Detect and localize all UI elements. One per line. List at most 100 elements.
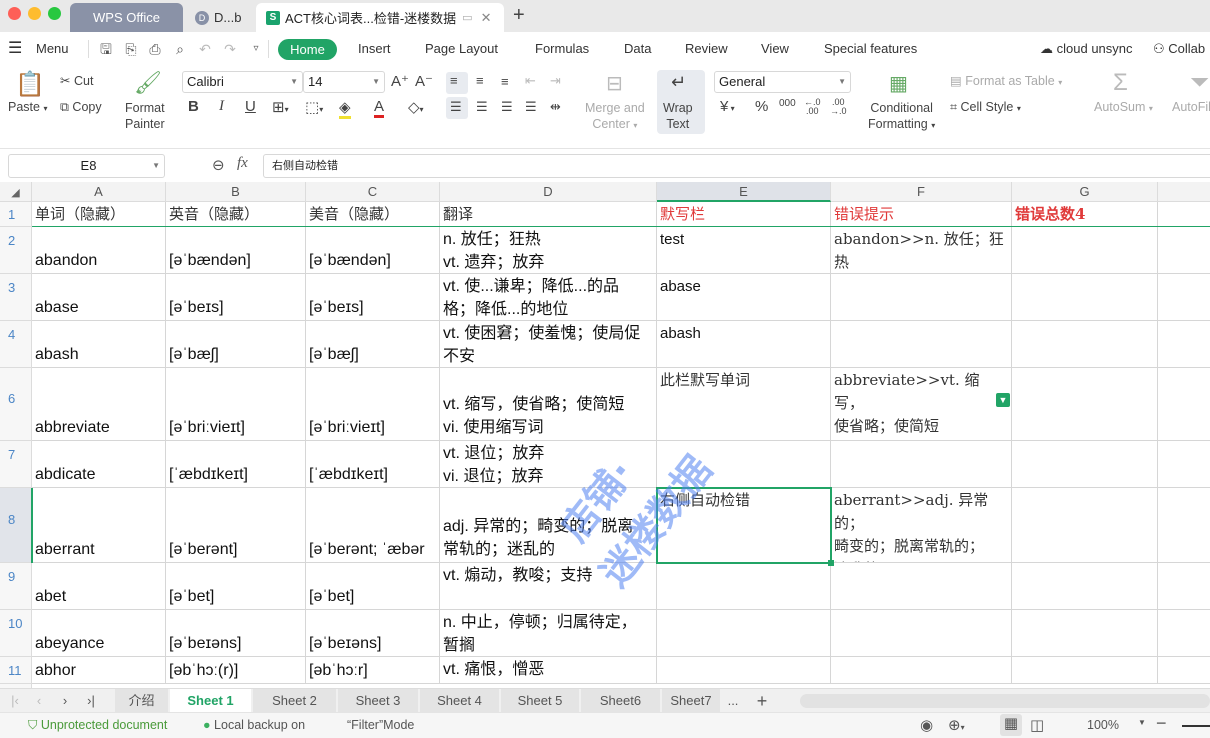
row-header-1[interactable]: 1 [0,202,32,227]
prev-sheet-icon[interactable]: ‹ [32,689,46,713]
dictation-cell[interactable] [657,610,831,657]
column-header-h[interactable] [1158,182,1210,202]
uk-phonetic-cell[interactable]: [əˈbændən] [166,227,306,274]
format-painter-icon[interactable]: 🖌 [134,70,162,96]
font-name-select[interactable]: Calibri ▼ [182,71,303,93]
percent-icon[interactable]: % [755,98,768,115]
row-header-2[interactable]: 2 [0,227,32,274]
cut-button[interactable]: ✂ Cut [60,73,93,88]
menu-button[interactable]: Menu [36,41,69,56]
dictation-cell[interactable] [657,657,831,684]
uk-phonetic-cell[interactable]: [əˈbet] [166,563,306,610]
cell-h[interactable] [1158,368,1210,441]
column-header-f[interactable]: F [831,182,1012,202]
align-bottom-icon[interactable]: ≡ [501,74,509,89]
dictation-cell[interactable] [657,441,831,488]
maximize-window-button[interactable] [48,7,61,20]
underline-icon[interactable]: U [245,98,256,115]
error-hint-cell[interactable] [831,441,1012,488]
zoom-formula-icon[interactable]: ⊖ [212,156,225,174]
word-cell[interactable]: abdicate [32,441,166,488]
select-all-corner[interactable]: ◢ [0,182,32,202]
format-as-table-button[interactable]: ▤ Format as Table ▾ [950,73,1062,88]
wrap-text-button[interactable]: ↵ Wrap Text [657,70,705,134]
clear-format-icon[interactable]: ◇▾ [408,98,424,116]
tab-formulas[interactable]: Formulas [535,41,589,56]
format-painter-button[interactable]: Format Painter [125,100,165,132]
us-phonetic-cell[interactable]: [əˈbeɪs] [306,274,440,321]
tab-review[interactable]: Review [685,41,728,56]
cell-g[interactable] [1012,321,1158,368]
protection-status[interactable]: ⛉ Unprotected document [28,718,167,733]
translation-cell[interactable]: n. 放任；狂热 vt. 遗弃；放弃 [440,227,657,274]
error-hint-cell[interactable] [831,657,1012,684]
error-hint-cell[interactable] [831,274,1012,321]
translation-cell[interactable]: vt. 缩写，使省略；使简短 vi. 使用缩写词 [440,368,657,441]
close-window-button[interactable] [8,7,21,20]
column-header-d[interactable]: D [440,182,657,202]
save-icon[interactable]: 🖫 [98,41,114,57]
translation-cell[interactable]: vt. 使...谦卑；降低...的品 格；降低...的地位 [440,274,657,321]
word-cell[interactable]: abhor [32,657,166,684]
cell-g[interactable] [1012,368,1158,441]
merge-icon[interactable]: ⊟ [606,71,623,96]
row-header-9[interactable]: 9 [0,563,32,610]
sheet-tab-sheet-5[interactable]: Sheet 5 [501,689,579,713]
header-cell-d[interactable]: 翻译 [440,202,657,227]
tab-home[interactable]: Home [278,39,337,60]
word-cell[interactable]: abandon [32,227,166,274]
uk-phonetic-cell[interactable]: [əˈberənt] [166,488,306,563]
align-left-button[interactable]: ☰ [446,97,468,119]
header-cell-g[interactable]: 错误总数4 [1012,202,1158,227]
cell-g[interactable] [1012,563,1158,610]
conditional-formatting-icon[interactable]: ▦ [889,71,908,96]
currency-icon[interactable]: ¥ ▾ [720,98,735,115]
function-icon[interactable]: fx [237,155,248,172]
us-phonetic-cell[interactable]: [ˈæbdɪkeɪt] [306,441,440,488]
uk-phonetic-cell[interactable]: [əˈbriːvieɪt] [166,368,306,441]
cell-g[interactable] [1012,441,1158,488]
uk-phonetic-cell[interactable]: [əbˈhɔː(r)] [166,657,306,684]
error-hint-cell[interactable]: aberrant>>adj. 异常的； 畸变的；脱离常轨的； 迷乱的 [831,488,1012,563]
quick-access-dropdown-icon[interactable]: ▿ [248,41,264,57]
error-hint-cell[interactable] [831,610,1012,657]
translation-cell[interactable]: vt. 痛恨，憎恶 [440,657,657,684]
tab-special-features[interactable]: Special features [824,41,917,56]
indent-decrease-icon[interactable]: ⇤ [525,73,536,89]
new-tab-button[interactable]: + [513,4,525,27]
hamburger-icon[interactable]: ☰ [8,38,22,58]
header-cell-a[interactable]: 单词（隐藏） [32,202,166,227]
dictation-cell[interactable]: abase [657,274,831,321]
column-header-g[interactable]: G [1012,182,1158,202]
fill-handle[interactable] [828,560,834,566]
column-header-c[interactable]: C [306,182,440,202]
column-header-e[interactable]: E [657,182,831,202]
thousands-separator-icon[interactable]: 000 [779,98,796,109]
uk-phonetic-cell[interactable]: [ˈæbdɪkeɪt] [166,441,306,488]
last-sheet-icon[interactable]: ›| [82,689,100,713]
us-phonetic-cell[interactable]: [əˈbet] [306,563,440,610]
dictation-cell[interactable] [657,563,831,610]
formula-input[interactable]: 右侧自动检错 [263,154,1210,178]
dictation-cell[interactable]: 此栏默写单词 [657,368,831,441]
cell-h[interactable] [1158,610,1210,657]
header-cell-e[interactable]: 默写栏 [657,202,831,227]
tab-doc[interactable]: D D...b [185,3,253,32]
cell-h[interactable] [1158,274,1210,321]
decrease-font-icon[interactable]: A⁻ [415,72,433,90]
us-phonetic-cell[interactable]: [əˈbæʃ] [306,321,440,368]
sheet-tab-sheet-3[interactable]: Sheet 3 [338,689,418,713]
sheet-tab-sheet6[interactable]: Sheet6 [581,689,660,713]
redo-icon[interactable]: ↷ [222,41,238,57]
row-header-6[interactable]: 6 [0,368,32,441]
next-sheet-icon[interactable]: › [58,689,72,713]
borders-icon[interactable]: ⊞▾ [272,98,289,116]
spreadsheet-grid[interactable]: ◢ ABCDEFG 1 单词（隐藏） 英音（隐藏） 美音（隐藏） 翻译 默写栏 错误提示 错误… [0,182,1210,688]
number-format-select[interactable]: General ▼ [714,71,851,93]
translation-cell[interactable]: vt. 使困窘；使羞愧；使局促 不安 [440,321,657,368]
sheet-tab-sheet-4[interactable]: Sheet 4 [420,689,499,713]
normal-view-icon[interactable]: ▦ [1000,714,1022,736]
name-box[interactable]: E8 ▼ [8,154,165,178]
us-phonetic-cell[interactable]: [əbˈhɔːr] [306,657,440,684]
word-cell[interactable]: abase [32,274,166,321]
